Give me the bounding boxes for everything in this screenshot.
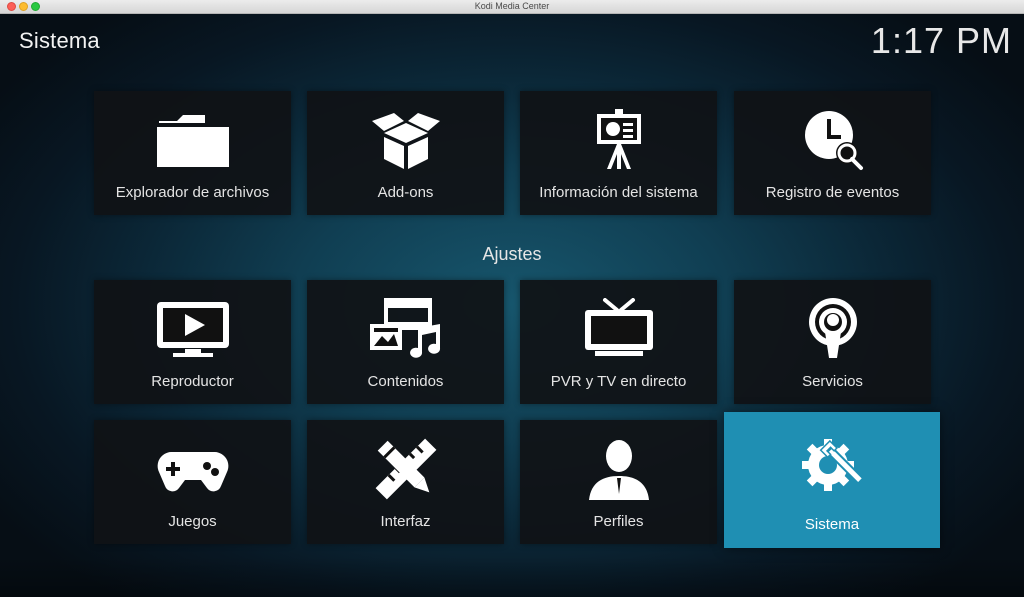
box-icon <box>307 109 504 171</box>
clock: 1:17 PM <box>870 20 1012 61</box>
pencil-ruler-icon <box>307 438 504 500</box>
window-title: Kodi Media Center <box>474 1 550 11</box>
tile-label: Reproductor <box>151 373 234 390</box>
monitor-play-icon <box>94 298 291 360</box>
broadcast-icon <box>734 298 931 360</box>
tile-label: Registro de eventos <box>765 184 900 201</box>
kodi-stage: Sistema 1:17 PM Explorador de archivos A… <box>0 14 1024 597</box>
tile-label: Perfiles <box>593 513 644 530</box>
tile-media[interactable]: Contenidos <box>307 280 504 404</box>
tile-pvr-tv[interactable]: PVR y TV en directo <box>520 280 717 404</box>
tile-file-manager[interactable]: Explorador de archivos <box>94 91 291 215</box>
window-titlebar: Kodi Media Center <box>0 0 1024 14</box>
tile-event-log[interactable]: Registro de eventos <box>734 91 931 215</box>
tile-label: PVR y TV en directo <box>550 373 687 390</box>
tile-interface[interactable]: Interfaz <box>307 420 504 544</box>
tile-label: Add-ons <box>377 184 434 201</box>
gear-wrench-icon <box>724 434 940 496</box>
folder-icon <box>94 109 291 171</box>
clock-search-icon <box>734 109 931 171</box>
section-heading: Ajustes <box>482 244 542 264</box>
tile-label: Contenidos <box>367 373 444 390</box>
tile-games[interactable]: Juegos <box>94 420 291 544</box>
tile-services[interactable]: Servicios <box>734 280 931 404</box>
tile-addons[interactable]: Add-ons <box>307 91 504 215</box>
tile-label: Interfaz <box>380 513 431 530</box>
tile-label: Servicios <box>802 373 863 390</box>
user-icon <box>520 438 717 500</box>
tile-label: Explorador de archivos <box>115 184 270 201</box>
media-icon <box>307 298 504 360</box>
tv-icon <box>520 298 717 360</box>
tile-player[interactable]: Reproductor <box>94 280 291 404</box>
tile-label: Sistema <box>804 516 860 533</box>
tile-system-info[interactable]: Información del sistema <box>520 91 717 215</box>
tile-system-settings[interactable]: Sistema <box>724 412 940 548</box>
tile-label: Juegos <box>168 513 217 530</box>
presentation-icon <box>520 109 717 171</box>
tile-profiles[interactable]: Perfiles <box>520 420 717 544</box>
page-title: Sistema <box>19 28 100 53</box>
gamepad-icon <box>94 438 291 500</box>
tile-label: Información del sistema <box>539 184 698 201</box>
